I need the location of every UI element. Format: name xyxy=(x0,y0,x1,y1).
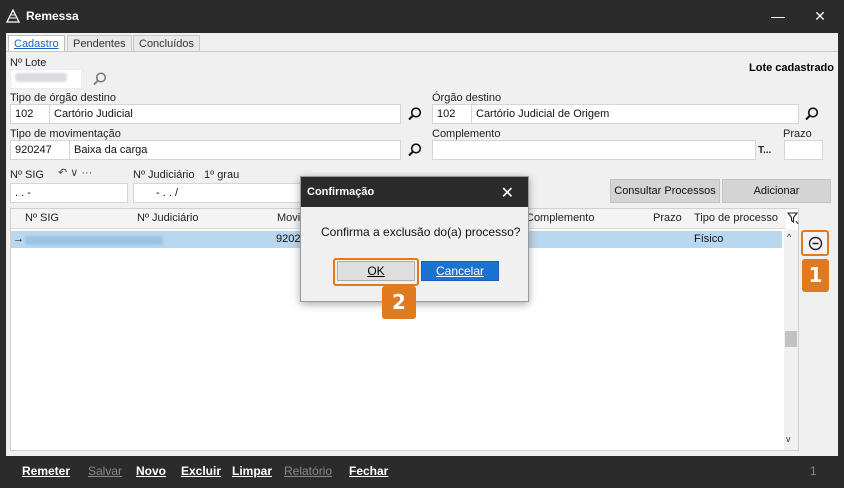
tipo-mov-label: Tipo de movimentação xyxy=(10,128,121,140)
tipo-orgao-label: Tipo de órgão destino xyxy=(10,92,116,104)
adicionar-button[interactable]: Adicionar xyxy=(722,179,831,203)
app-logo-icon xyxy=(6,9,20,23)
cancel-button[interactable]: Cancelar xyxy=(421,261,499,281)
scroll-down-icon[interactable]: v xyxy=(786,434,791,444)
search-tipo-orgao-icon[interactable] xyxy=(407,106,423,122)
grau-label: 1º grau xyxy=(204,169,240,181)
tab-cadastro[interactable]: Cadastro xyxy=(8,35,65,52)
remeter-button[interactable]: Remeter xyxy=(22,464,70,478)
search-tipo-mov-icon[interactable] xyxy=(407,142,423,158)
close-window-button[interactable]: ✕ xyxy=(808,6,832,28)
redacted-sig xyxy=(25,236,163,245)
consultar-processos-button[interactable]: Consultar Processos xyxy=(610,179,720,203)
confirmation-dialog: Confirmação ✕ Confirma a exclusão do(a) … xyxy=(300,176,529,302)
dialog-titlebar: Confirmação ✕ xyxy=(301,177,528,207)
judiciario-label: Nº Judiciário xyxy=(133,169,195,181)
sig-label: Nº SIG xyxy=(10,169,44,181)
redacted-value xyxy=(15,73,67,82)
scroll-up-icon[interactable]: ^ xyxy=(787,232,791,242)
grid-scrollbar[interactable]: ^ v xyxy=(784,230,798,450)
sig-input[interactable]: . . - xyxy=(10,183,128,203)
minus-circle-icon xyxy=(808,236,823,251)
action-bar: Remeter Salvar Novo Excluir Limpar Relat… xyxy=(0,456,844,488)
search-orgao-icon[interactable] xyxy=(804,106,820,122)
limpar-button[interactable]: Limpar xyxy=(232,464,272,478)
complemento-suffix: T... xyxy=(758,145,772,156)
dialog-message: Confirma a exclusão do(a) processo? xyxy=(321,225,521,239)
window-title: Remessa xyxy=(26,9,79,23)
dialog-title: Confirmação xyxy=(307,186,375,198)
salvar-button[interactable]: Salvar xyxy=(88,464,122,478)
prazo-label: Prazo xyxy=(783,128,812,140)
col-prazo[interactable]: Prazo xyxy=(653,212,682,224)
col-complemento[interactable]: Complemento xyxy=(526,212,594,224)
annotation-badge-2: 2 xyxy=(382,286,416,319)
minimize-button[interactable]: — xyxy=(766,6,790,28)
novo-button[interactable]: Novo xyxy=(136,464,166,478)
search-lote-icon[interactable] xyxy=(92,71,108,87)
tipo-mov-name-field[interactable]: Baixa da carga xyxy=(69,140,401,160)
row-tipo-processo: Físico xyxy=(694,233,724,245)
orgao-code-field[interactable]: 102 xyxy=(432,104,472,124)
lote-field[interactable] xyxy=(10,69,82,89)
tipo-orgao-name-field[interactable]: Cartório Judicial xyxy=(49,104,401,124)
col-judiciario[interactable]: Nº Judiciário xyxy=(137,212,198,224)
row-indicator-icon: → xyxy=(13,233,24,245)
scroll-thumb[interactable] xyxy=(785,331,797,347)
annotation-badge-1: 1 xyxy=(802,259,829,292)
tab-divider xyxy=(6,51,838,52)
remove-process-button[interactable] xyxy=(801,230,829,256)
tab-pendentes[interactable]: Pendentes xyxy=(67,35,132,52)
tab-concluidos[interactable]: Concluídos xyxy=(133,35,201,52)
dialog-close-icon[interactable]: ✕ xyxy=(501,183,514,203)
orgao-name-field[interactable]: Cartório Judicial de Origem xyxy=(471,104,799,124)
prazo-field[interactable] xyxy=(784,140,823,160)
ok-button[interactable]: OK xyxy=(337,261,415,281)
complemento-label: Complemento xyxy=(432,128,501,140)
orgao-label: Órgão destino xyxy=(432,92,502,104)
relatorio-button[interactable]: Relatório xyxy=(284,464,332,478)
tipo-orgao-code-field[interactable]: 102 xyxy=(10,104,50,124)
excluir-button[interactable]: Excluir xyxy=(181,464,221,478)
fechar-button[interactable]: Fechar xyxy=(349,464,388,478)
lote-label: Nº Lote xyxy=(10,57,47,69)
complemento-field[interactable] xyxy=(432,140,756,160)
sig-toolbar[interactable]: ↶ ∨ ··· xyxy=(58,166,92,179)
tipo-mov-code-field[interactable]: 920247 xyxy=(10,140,70,160)
filter-icon[interactable] xyxy=(787,212,799,225)
judiciario-input[interactable]: - . . / xyxy=(133,183,303,203)
lote-status-text: Lote cadastrado xyxy=(749,62,834,74)
row-movimentacao: 9202 xyxy=(276,233,301,245)
col-movimentacao[interactable]: Movi xyxy=(277,212,300,224)
page-indicator: 1 xyxy=(810,464,817,478)
col-sig[interactable]: Nº SIG xyxy=(25,212,59,224)
window-titlebar: Remessa — ✕ xyxy=(0,0,844,33)
col-tipo-processo[interactable]: Tipo de processo xyxy=(694,212,778,224)
